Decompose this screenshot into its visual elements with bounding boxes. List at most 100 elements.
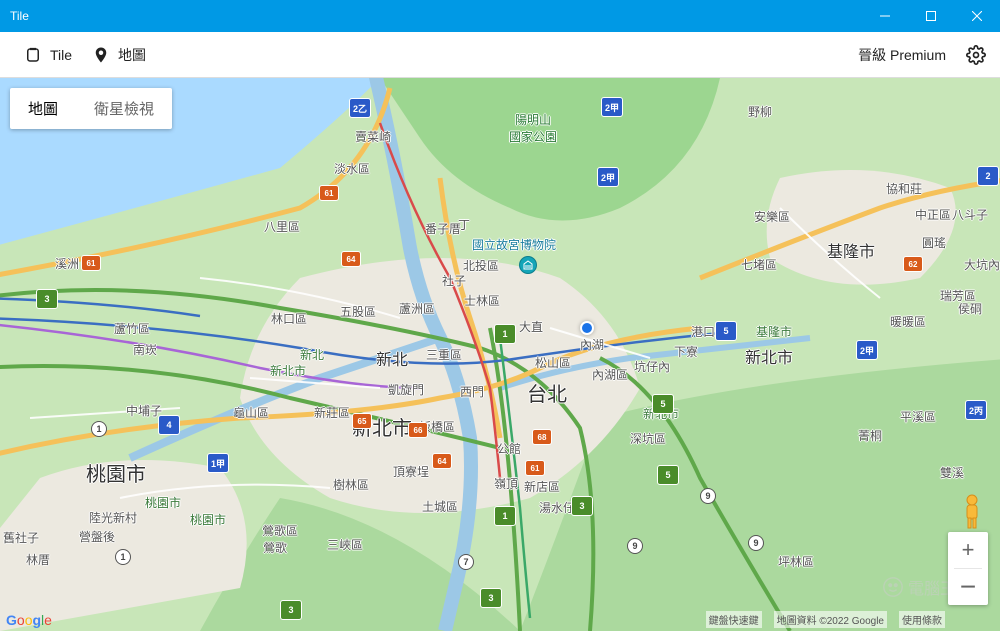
- zoom-in-button[interactable]: +: [948, 532, 988, 568]
- park-label: 陽明山國家公園: [509, 111, 557, 145]
- district-label: 七堵區: [741, 256, 777, 273]
- pegman-button[interactable]: [956, 493, 988, 531]
- tile-icon: [24, 46, 42, 64]
- district-label: 三峽區: [327, 536, 363, 553]
- toolbar: Tile 地圖 晉級 Premium: [0, 32, 1000, 78]
- route-shield-prov: 4: [158, 415, 180, 435]
- poi-museum-marker[interactable]: [519, 256, 537, 274]
- route-shield-nat: 5: [652, 394, 674, 414]
- route-shield-exp: 65: [352, 413, 372, 429]
- district-label: 坑仔內: [634, 358, 670, 375]
- route-shield-exp: 64: [341, 251, 361, 267]
- district-label: 士林區: [464, 292, 500, 309]
- district-label: 下寮: [674, 343, 698, 360]
- district-label: 平溪區: [900, 408, 936, 425]
- route-shield-exp: 66: [408, 422, 428, 438]
- map-data-text: 地圖資料 ©2022 Google: [774, 611, 887, 628]
- district-label: 頂寮埕: [393, 463, 429, 480]
- route-shield-cty: 1: [91, 421, 107, 437]
- district-label: 三重區: [426, 346, 462, 363]
- map-nav-button[interactable]: 地圖: [82, 39, 156, 71]
- district-label: 協和莊: [886, 180, 922, 197]
- district-label: 中正區: [915, 206, 951, 223]
- route-shield-nat: 1: [494, 506, 516, 526]
- district-label: 樹林區: [333, 476, 369, 493]
- gear-icon: [966, 45, 986, 65]
- district-label: 南崁: [133, 341, 157, 358]
- district-label: 鶯歌區: [262, 522, 298, 539]
- maximize-button[interactable]: [908, 0, 954, 32]
- route-shield-exp: 68: [532, 429, 552, 445]
- tile-nav-button[interactable]: Tile: [14, 40, 82, 70]
- district-label: 龜山區: [233, 404, 269, 421]
- district-label: 內湖: [580, 336, 604, 353]
- district-label: 內湖區: [592, 366, 628, 383]
- map-type-satellite[interactable]: 衛星檢視: [76, 88, 172, 129]
- district-label: 嶺頂: [494, 475, 518, 492]
- district-label: 港口: [691, 323, 715, 340]
- district-label: 舊社子: [3, 529, 39, 546]
- route-shield-prov: 5: [715, 321, 737, 341]
- close-button[interactable]: [954, 0, 1000, 32]
- route-shield-prov: 1甲: [207, 453, 229, 473]
- district-label: 鶯歌: [263, 539, 287, 556]
- district-label: 新莊區: [314, 404, 350, 421]
- district-label: 中埔子: [126, 402, 162, 419]
- route-shield-cty: 7: [458, 554, 474, 570]
- user-location-dot: [580, 321, 594, 335]
- google-logo: Google: [6, 612, 52, 628]
- route-shield-nat: 3: [280, 600, 302, 620]
- route-shield-cty: 9: [627, 538, 643, 554]
- district-label: 淡水區: [334, 160, 370, 177]
- district-label: 八里區: [264, 218, 300, 235]
- map-type-switcher: 地圖 衛星檢視: [10, 88, 172, 129]
- district-label: 大坑內: [964, 256, 1000, 273]
- route-shield-prov: 2丙: [965, 400, 987, 420]
- district-label: 坪林區: [778, 553, 814, 570]
- route-shield-exp: 62: [903, 256, 923, 272]
- route-shield-cty: 9: [748, 535, 764, 551]
- terms-link[interactable]: 使用條款: [899, 611, 945, 628]
- district-label: 侯硐: [958, 300, 982, 317]
- route-shield-prov: 2乙: [349, 98, 371, 118]
- city-label-taoyuan: 桃園市: [86, 458, 146, 487]
- district-label: 北投區: [463, 257, 499, 274]
- district-label: 土城區: [422, 498, 458, 515]
- window-title: Tile: [10, 9, 862, 23]
- city-label-xinbei: 新北: [376, 346, 408, 370]
- location-pin-icon: [92, 45, 110, 65]
- district-label: 林厝: [26, 551, 50, 568]
- zoom-control: + −: [948, 532, 988, 605]
- district-label: 蘆洲區: [399, 300, 435, 317]
- route-shield-cty: 1: [115, 549, 131, 565]
- district-label: 公館: [497, 440, 521, 457]
- district-label: 圓瑤: [922, 234, 946, 251]
- city-label-newtaipei-ne: 新北市: [745, 344, 793, 368]
- settings-button[interactable]: [966, 45, 986, 65]
- route-shield-nat: 1: [494, 324, 516, 344]
- route-shield-prov: 2甲: [856, 340, 878, 360]
- district-label: 暖暖區: [890, 313, 926, 330]
- zoom-out-button[interactable]: −: [948, 569, 988, 605]
- map-canvas[interactable]: 地圖 衛星檢視 台北 新北市 新北 桃園市 基隆市 新北市 基隆市 新北市 桃園…: [0, 78, 1000, 631]
- route-shield-exp: 61: [525, 460, 545, 476]
- map-nav-label: 地圖: [118, 45, 146, 65]
- map-attribution: 鍵盤快速鍵 地圖資料 ©2022 Google 使用條款: [706, 611, 945, 628]
- district-label: 菁桐: [858, 427, 882, 444]
- district-label: 溪洲: [55, 255, 79, 272]
- route-shield-nat: 3: [571, 496, 593, 516]
- district-label: 松山區: [535, 354, 571, 371]
- district-label: 八斗子: [952, 206, 988, 223]
- minimize-button[interactable]: [862, 0, 908, 32]
- district-label: 社子: [442, 272, 466, 289]
- district-label: 番子厝: [425, 220, 461, 237]
- route-shield-exp: 61: [81, 255, 101, 271]
- poi-museum-label: 國立故宮博物院: [472, 236, 556, 253]
- map-type-map[interactable]: 地圖: [10, 88, 76, 129]
- premium-button[interactable]: 晉級 Premium: [848, 39, 956, 71]
- district-label: 野柳: [748, 103, 772, 120]
- city-label-keelung: 基隆市: [827, 238, 875, 262]
- shortcuts-link[interactable]: 鍵盤快速鍵: [706, 611, 762, 628]
- tile-nav-label: Tile: [50, 47, 72, 63]
- route-shield-nat: 3: [480, 588, 502, 608]
